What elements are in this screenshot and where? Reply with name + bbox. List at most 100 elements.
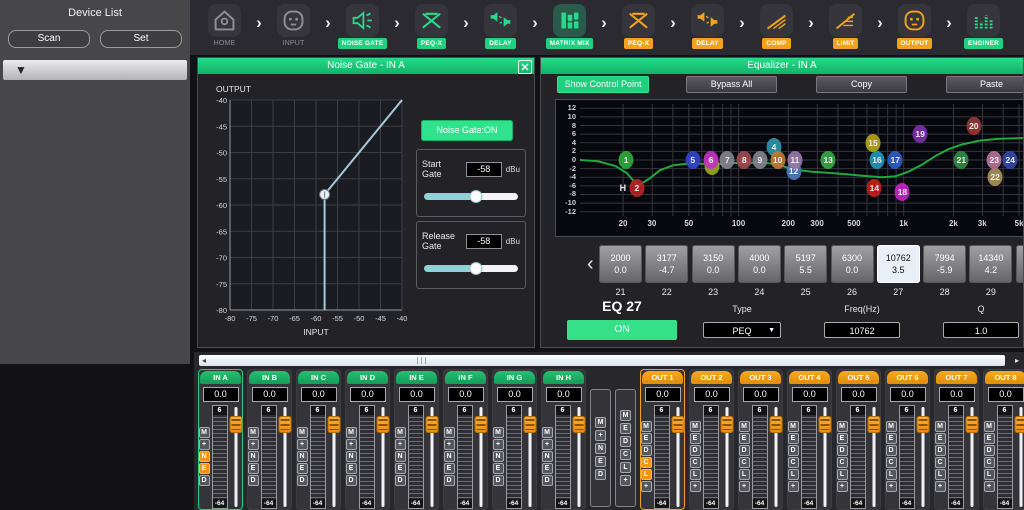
- strip-button-M[interactable]: M: [739, 421, 750, 432]
- eq-control-point-5[interactable]: 5: [685, 151, 700, 169]
- channel-gain-value[interactable]: 0.0: [792, 387, 828, 402]
- strip-button-M[interactable]: M: [837, 421, 848, 432]
- fader-handle[interactable]: [965, 416, 978, 433]
- bus-button-M[interactable]: M: [620, 410, 631, 421]
- band-cell-29[interactable]: 143404.2: [969, 245, 1012, 283]
- band-cell-25[interactable]: 51975.5: [784, 245, 827, 283]
- channel-gain-value[interactable]: 0.0: [203, 387, 239, 402]
- strip-button-plus[interactable]: +: [935, 481, 946, 492]
- strip-button-plus[interactable]: +: [886, 481, 897, 492]
- channel-header[interactable]: OUT 5: [838, 371, 879, 384]
- eq-control-point-17[interactable]: 17: [888, 151, 903, 169]
- strip-button-C[interactable]: C: [984, 457, 995, 468]
- scrollbar-grip[interactable]: [417, 357, 427, 364]
- strip-button-E[interactable]: E: [346, 463, 357, 474]
- band-cell-partial[interactable]: [1016, 245, 1024, 283]
- strip-button-D[interactable]: D: [297, 475, 308, 486]
- bus-button-E[interactable]: E: [620, 423, 631, 434]
- strip-button-plus[interactable]: +: [739, 481, 750, 492]
- toolbar-item-limit[interactable]: LIMIT: [815, 4, 876, 49]
- channel-gain-value[interactable]: 0.0: [988, 387, 1024, 402]
- strip-button-M[interactable]: M: [297, 427, 308, 438]
- strip-button-E[interactable]: E: [837, 433, 848, 444]
- bus-button-plus[interactable]: +: [620, 475, 631, 486]
- strip-button-plus[interactable]: +: [346, 439, 357, 450]
- bypass-all-button[interactable]: Bypass All: [686, 76, 777, 93]
- channel-header[interactable]: IN H: [543, 371, 584, 384]
- channel-header[interactable]: OUT 7: [936, 371, 977, 384]
- channel-header[interactable]: OUT 8: [985, 371, 1024, 384]
- strip-button-M[interactable]: M: [346, 427, 357, 438]
- fader-handle[interactable]: [572, 416, 585, 433]
- strip-button-plus[interactable]: +: [984, 481, 995, 492]
- strip-button-plus[interactable]: +: [444, 439, 455, 450]
- strip-button-N[interactable]: N: [199, 451, 210, 462]
- band-prev-icon[interactable]: ‹: [587, 253, 594, 276]
- strip-button-L[interactable]: L: [788, 469, 799, 480]
- fader-handle[interactable]: [229, 416, 242, 433]
- channel-header[interactable]: IN E: [396, 371, 437, 384]
- fader-handle[interactable]: [1014, 416, 1024, 433]
- fader-handle[interactable]: [769, 416, 782, 433]
- strip-button-plus[interactable]: +: [641, 481, 652, 492]
- strip-button-D[interactable]: D: [886, 445, 897, 456]
- strip-button-N[interactable]: N: [444, 451, 455, 462]
- strip-button-E[interactable]: E: [935, 433, 946, 444]
- strip-button-M[interactable]: M: [493, 427, 504, 438]
- freq-field[interactable]: 10762: [824, 322, 900, 338]
- eq-control-point-9[interactable]: 9: [752, 151, 767, 169]
- strip-button-plus[interactable]: +: [248, 439, 259, 450]
- channel-gain-value[interactable]: 0.0: [890, 387, 926, 402]
- paste-button[interactable]: Paste: [946, 76, 1024, 93]
- strip-button-C[interactable]: C: [641, 457, 652, 468]
- slider-thumb[interactable]: [469, 262, 482, 275]
- strip-button-D[interactable]: D: [984, 445, 995, 456]
- band-cell-23[interactable]: 31500.0: [692, 245, 735, 283]
- strip-button-M[interactable]: M: [199, 427, 210, 438]
- strip-button-C[interactable]: C: [788, 457, 799, 468]
- scan-button[interactable]: Scan: [8, 30, 90, 48]
- strip-button-D[interactable]: D: [199, 475, 210, 486]
- strip-button-plus[interactable]: +: [542, 439, 553, 450]
- fader-handle[interactable]: [818, 416, 831, 433]
- eq-control-point-16[interactable]: 16: [870, 151, 885, 169]
- channel-header[interactable]: IN B: [249, 371, 290, 384]
- strip-button-M[interactable]: M: [690, 421, 701, 432]
- strip-button-M[interactable]: M: [788, 421, 799, 432]
- eq-control-point-11[interactable]: 11: [787, 151, 802, 169]
- strip-button-plus[interactable]: +: [788, 481, 799, 492]
- strip-button-D[interactable]: D: [788, 445, 799, 456]
- strip-button-C[interactable]: C: [690, 457, 701, 468]
- strip-button-E[interactable]: E: [984, 433, 995, 444]
- strip-button-N[interactable]: N: [346, 451, 357, 462]
- copy-button[interactable]: Copy: [816, 76, 907, 93]
- channel-gain-value[interactable]: 0.0: [399, 387, 435, 402]
- channel-header[interactable]: IN A: [200, 371, 241, 384]
- strip-button-L[interactable]: L: [984, 469, 995, 480]
- fader-handle[interactable]: [425, 416, 438, 433]
- channel-header[interactable]: OUT 6: [887, 371, 928, 384]
- eq-control-point-15[interactable]: 15: [866, 134, 881, 152]
- slider-thumb[interactable]: [469, 190, 482, 203]
- channel-gain-value[interactable]: 0.0: [645, 387, 681, 402]
- eq-control-point-2[interactable]: 2: [629, 179, 644, 197]
- strip-button-E[interactable]: E: [444, 463, 455, 474]
- channel-header[interactable]: IN F: [445, 371, 486, 384]
- release-gate-value[interactable]: -58: [466, 234, 502, 249]
- eq-control-point-24[interactable]: 24: [1003, 151, 1018, 169]
- strip-button-L[interactable]: L: [935, 469, 946, 480]
- strip-button-plus[interactable]: +: [199, 439, 210, 450]
- fader-handle[interactable]: [376, 416, 389, 433]
- eq-on-button[interactable]: ON: [567, 320, 677, 340]
- channel-header[interactable]: OUT 2: [691, 371, 732, 384]
- strip-button-C[interactable]: C: [837, 457, 848, 468]
- toolbar-item-matrix-mix[interactable]: MATRIX MIX: [539, 4, 600, 49]
- strip-button-M[interactable]: M: [444, 427, 455, 438]
- bus-button-M[interactable]: M: [595, 417, 606, 428]
- eq-control-point-19[interactable]: 19: [913, 125, 928, 143]
- bus-button-C[interactable]: C: [620, 449, 631, 460]
- channel-header[interactable]: IN D: [347, 371, 388, 384]
- fader-handle[interactable]: [867, 416, 880, 433]
- scroll-right-icon[interactable]: ▸: [1015, 355, 1019, 366]
- release-gate-slider[interactable]: [424, 265, 518, 272]
